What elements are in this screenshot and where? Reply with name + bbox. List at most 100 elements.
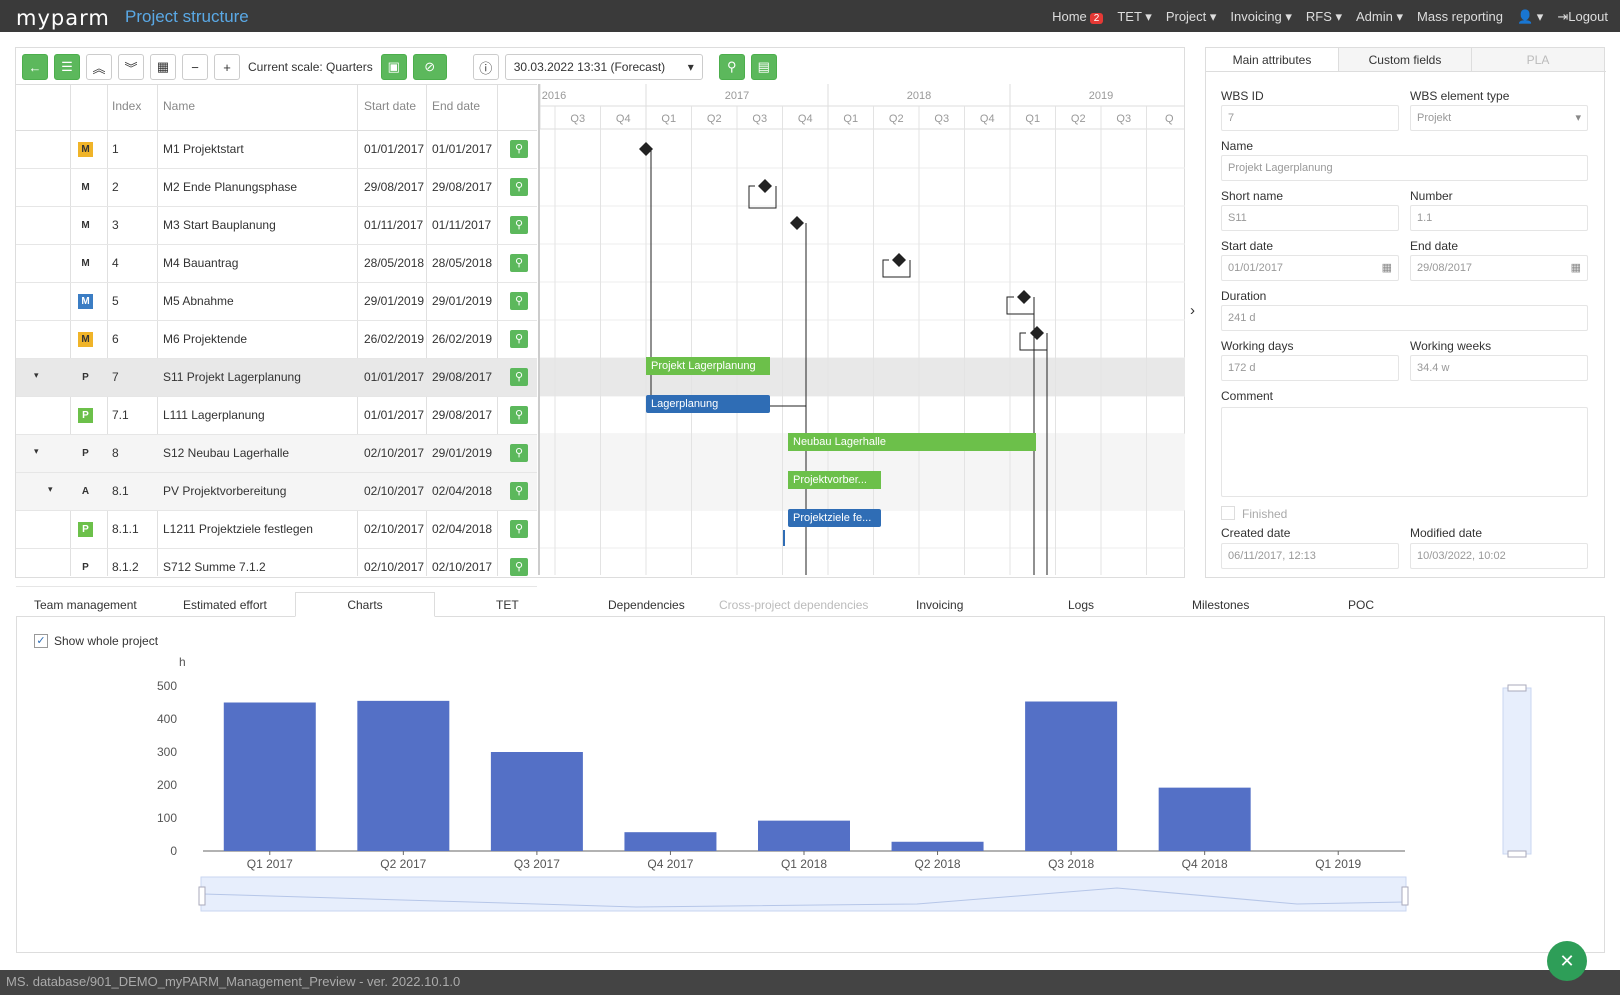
col-end[interactable]: End date [432, 99, 480, 113]
chart-bar[interactable] [624, 832, 717, 851]
tab-milestones[interactable]: Milestones [1192, 598, 1249, 612]
forecast-select[interactable]: 30.03.2022 13:31 (Forecast) [504, 54, 703, 80]
row-attachment-icon[interactable]: ⚲ [510, 254, 528, 272]
table-row[interactable]: M 1 M1 Projektstart 01/01/2017 01/01/2017 ⚲ [16, 131, 537, 169]
zoom-out-button[interactable]: − [182, 54, 208, 80]
app-logo[interactable]: myparm [16, 6, 110, 30]
nav-mass-reporting[interactable]: Mass reporting [1417, 9, 1503, 25]
list-view-button[interactable]: ☰ [54, 54, 80, 80]
row-attachment-icon[interactable]: ⚲ [510, 444, 528, 462]
table-row[interactable]: M 3 M3 Start Bauplanung 01/11/2017 01/11/201… [16, 207, 537, 245]
working-weeks-field[interactable]: 34.4 w [1410, 355, 1588, 381]
zoom-handle-right[interactable] [1401, 886, 1409, 906]
row-attachment-icon[interactable]: ⚲ [510, 216, 528, 234]
row-attachment-icon[interactable]: ⚲ [510, 140, 528, 158]
calendar-icon[interactable]: ▦ [1382, 261, 1392, 274]
expand-toggle-icon[interactable]: ▾ [34, 446, 39, 457]
gantt-bar-projekt-lagerplanung[interactable]: Projekt Lagerplanung [646, 357, 770, 375]
gantt-bar-neubau-lagerhalle[interactable]: Neubau Lagerhalle [788, 433, 1036, 451]
milestone-marker[interactable] [892, 253, 906, 267]
info-button[interactable]: ⓘ [472, 54, 499, 80]
row-attachment-icon[interactable]: ⚲ [510, 406, 528, 424]
calendar-button[interactable]: ▦ [150, 54, 176, 80]
gantt-bar-lagerplanung[interactable]: Lagerplanung [646, 395, 770, 413]
user-menu[interactable]: 👤 ▾ [1517, 9, 1543, 25]
expand-toggle-icon[interactable]: ▾ [34, 370, 39, 381]
vslider-handle-top[interactable] [1507, 684, 1527, 692]
nav-rfs[interactable]: RFS ▾ [1306, 9, 1342, 25]
nav-tet[interactable]: TET ▾ [1117, 9, 1151, 25]
end-date-field[interactable]: 29/08/2017 ▦ [1410, 255, 1588, 281]
short-name-field[interactable]: S11 [1221, 205, 1399, 231]
table-row[interactable]: ▾ P 8 S12 Neubau Lagerhalle 02/10/2017 29/01/… [16, 435, 537, 473]
pdf-button[interactable]: ▤ [750, 54, 777, 80]
vslider-handle-bottom[interactable] [1507, 850, 1527, 858]
col-start[interactable]: Start date [364, 99, 416, 113]
attachment-button[interactable]: ⚲ [718, 54, 745, 80]
tab-main-attributes[interactable]: Main attributes [1206, 48, 1339, 71]
milestone-marker[interactable] [1017, 290, 1031, 304]
chart-bar[interactable] [490, 752, 583, 851]
nav-logout[interactable]: ⇥Logout [1557, 9, 1608, 25]
milestone-marker[interactable] [1030, 326, 1044, 340]
row-attachment-icon[interactable]: ⚲ [510, 178, 528, 196]
close-fab-button[interactable]: ✕ [1547, 941, 1587, 981]
row-attachment-icon[interactable]: ⚲ [510, 368, 528, 386]
comment-field[interactable] [1221, 407, 1588, 497]
chart-vertical-slider[interactable] [1502, 687, 1532, 855]
back-button[interactable]: ← [22, 54, 48, 80]
tab-custom-fields[interactable]: Custom fields [1339, 48, 1472, 71]
table-row[interactable]: M 6 M6 Projektende 26/02/2019 26/02/2019 ⚲ [16, 321, 537, 359]
save-button[interactable]: ▣ [380, 54, 407, 80]
chart-bar[interactable] [891, 841, 984, 851]
chart-bar[interactable] [357, 700, 450, 851]
type-select[interactable]: Projekt ▾ [1410, 105, 1588, 131]
table-row[interactable]: P 7.1 L111 Lagerplanung 01/01/2017 29/08/201… [16, 397, 537, 435]
table-row[interactable]: M 2 M2 Ende Planungsphase 29/08/2017 29/08/2… [16, 169, 537, 207]
row-attachment-icon[interactable]: ⚲ [510, 482, 528, 500]
row-attachment-icon[interactable]: ⚲ [510, 330, 528, 348]
table-row[interactable]: P 8.1.1 L1211 Projektziele festlegen 02/10/… [16, 511, 537, 549]
tab-poc[interactable]: POC [1348, 598, 1374, 612]
nav-invoicing[interactable]: Invoicing ▾ [1230, 9, 1291, 25]
tab-estimated-effort[interactable]: Estimated effort [183, 598, 267, 612]
chart-bar[interactable] [1158, 787, 1251, 851]
row-attachment-icon[interactable]: ⚲ [510, 292, 528, 310]
start-date-field[interactable]: 01/01/2017 ▦ [1221, 255, 1399, 281]
tab-cross-project-dependencies[interactable]: Cross-project dependencies [719, 598, 868, 612]
col-name[interactable]: Name [163, 99, 195, 113]
row-attachment-icon[interactable]: ⚲ [510, 520, 528, 538]
name-field[interactable]: Projekt Lagerplanung [1221, 155, 1588, 181]
row-attachment-icon[interactable]: ⚲ [510, 558, 528, 576]
nav-admin[interactable]: Admin ▾ [1356, 9, 1403, 25]
table-row[interactable]: ▾ P 7 S11 Projekt Lagerplanung 01/01/2017 29/… [16, 359, 537, 397]
tab-logs[interactable]: Logs [1068, 598, 1094, 612]
table-row[interactable]: P 8.1.2 S712 Summe 7.1.2 02/10/2017 02/10/20… [16, 549, 537, 587]
number-field[interactable]: 1.1 [1410, 205, 1588, 231]
gantt-bar-projektziele[interactable]: Projektziele fe... [788, 509, 881, 527]
wbs-id-field[interactable]: 7 [1221, 105, 1399, 131]
milestone-marker[interactable] [790, 216, 804, 230]
zoom-in-button[interactable]: + [214, 54, 240, 80]
table-row[interactable]: M 4 M4 Bauantrag 28/05/2018 28/05/2018 ⚲ [16, 245, 537, 283]
nav-project[interactable]: Project ▾ [1166, 9, 1217, 25]
table-row[interactable]: ▾ A 8.1 PV Projektvorbereitung 02/10/2017 02/… [16, 473, 537, 511]
table-row[interactable]: M 5 M5 Abnahme 29/01/2019 29/01/2019 ⚲ [16, 283, 537, 321]
tab-charts[interactable]: Charts [295, 592, 435, 617]
chart-zoom-slider[interactable] [200, 876, 1407, 912]
zoom-handle-left[interactable] [198, 886, 206, 906]
expand-all-button[interactable]: ︾ [118, 54, 144, 80]
expand-toggle-icon[interactable]: ▾ [48, 484, 53, 495]
panel-collapse-icon[interactable]: › [1190, 302, 1195, 319]
chart-bar[interactable] [758, 820, 850, 851]
calendar-icon[interactable]: ▦ [1571, 261, 1581, 274]
gantt-bar-summe[interactable] [783, 530, 785, 546]
col-index[interactable]: Index [112, 99, 141, 113]
collapse-all-button[interactable]: ︽ [86, 54, 112, 80]
duration-field[interactable]: 241 d [1221, 305, 1588, 331]
working-days-field[interactable]: 172 d [1221, 355, 1399, 381]
nav-home[interactable]: Home 2 [1052, 9, 1104, 25]
finished-checkbox[interactable] [1221, 506, 1235, 520]
tab-invoicing[interactable]: Invoicing [916, 598, 963, 612]
milestone-marker[interactable] [758, 179, 772, 193]
